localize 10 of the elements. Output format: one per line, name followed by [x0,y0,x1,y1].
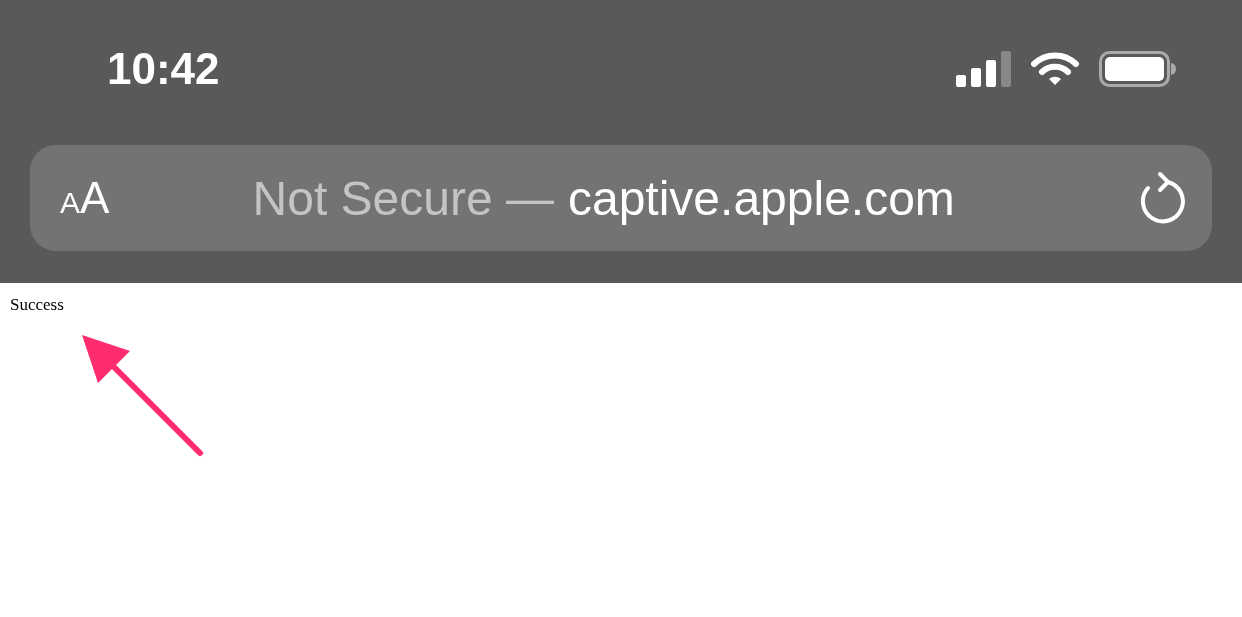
page-text: Success [10,295,64,314]
signal-icon [956,51,1011,87]
text-size-button[interactable]: AA [60,173,110,223]
battery-icon [1099,51,1176,87]
wifi-icon [1031,52,1079,86]
status-time: 10:42 [107,44,220,94]
address-bar[interactable]: AA Not Secure — captive.apple.com [30,145,1212,251]
domain-text: captive.apple.com [567,170,955,226]
security-label: Not Secure — [252,170,554,226]
reload-icon[interactable] [1138,170,1186,226]
